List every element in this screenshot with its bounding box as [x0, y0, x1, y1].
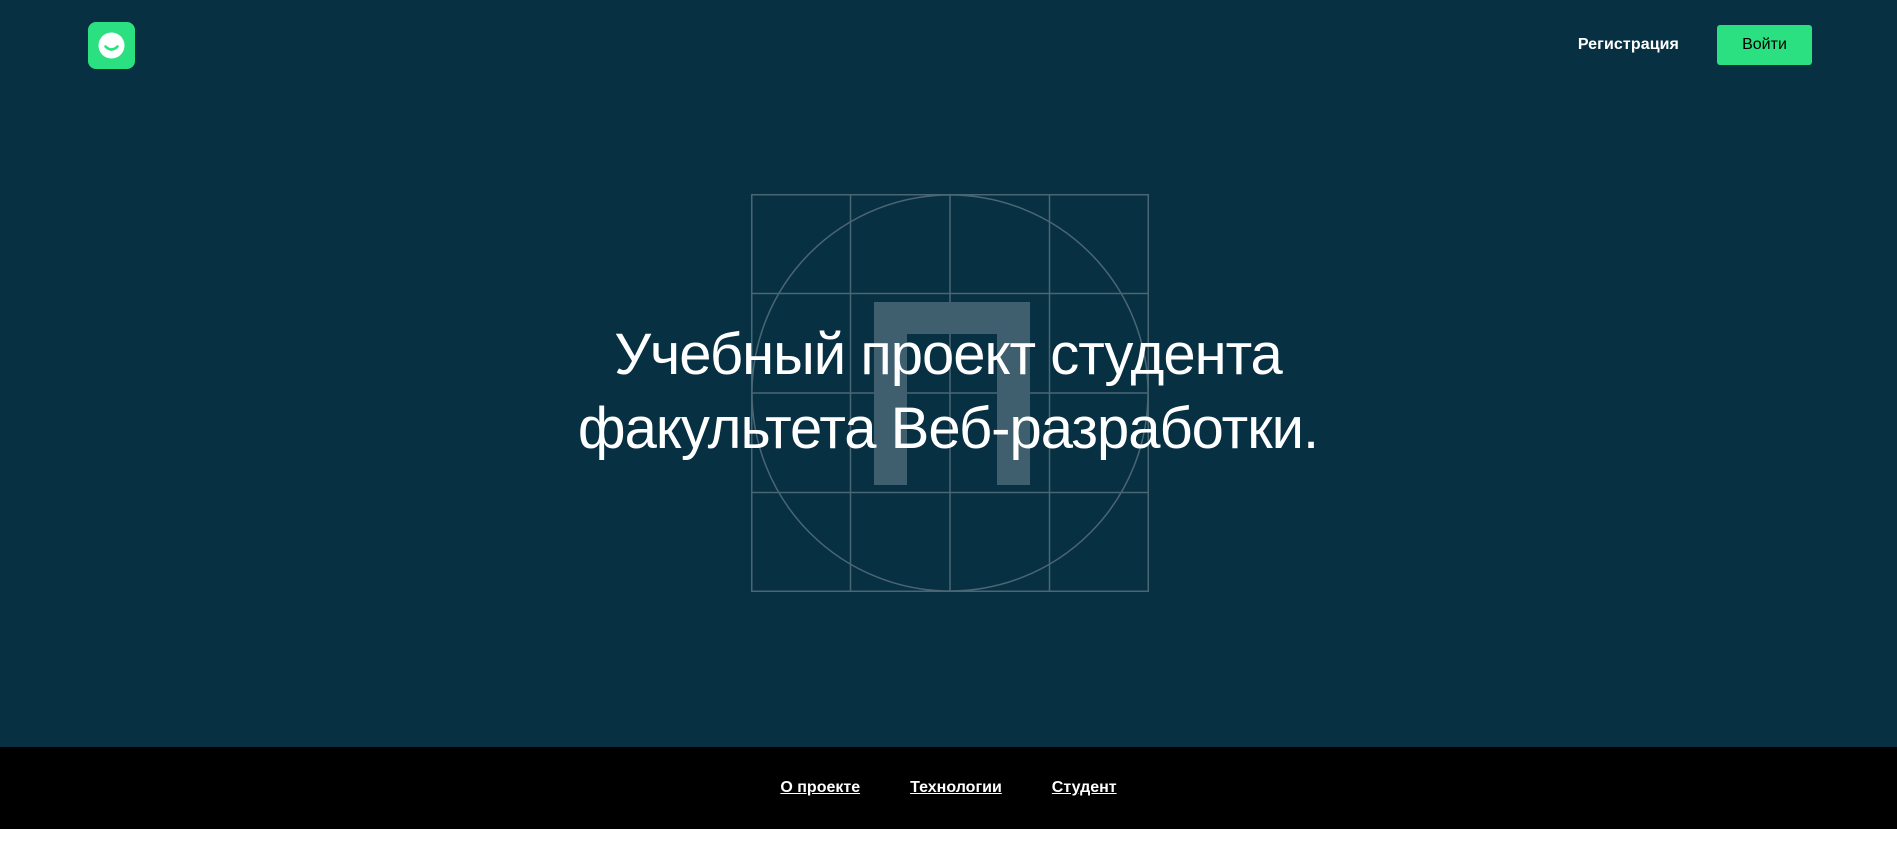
nav-link-student[interactable]: Студент [1052, 779, 1117, 797]
page-bottom-strip [0, 829, 1897, 842]
hero-title-line-2: факультета Веб-разработки. [577, 396, 1319, 461]
login-button[interactable]: Войти [1717, 25, 1812, 65]
logo[interactable] [88, 22, 135, 69]
hero-title-line-1: Учебный проект студента [614, 322, 1283, 387]
page-header: Регистрация Войти [0, 0, 1897, 90]
register-link[interactable]: Регистрация [1578, 36, 1679, 54]
nav-link-technologies[interactable]: Технологии [910, 779, 1002, 797]
footer-nav: О проекте Технологии Студент [0, 747, 1897, 829]
auth-nav: Регистрация Войти [1578, 25, 1812, 65]
hero-section: Регистрация Войти Учебный проект студент… [0, 0, 1897, 747]
hero-title: Учебный проект студента факультета Веб-р… [448, 318, 1448, 466]
smiley-face-icon [98, 32, 125, 59]
nav-link-about[interactable]: О проекте [780, 779, 860, 797]
